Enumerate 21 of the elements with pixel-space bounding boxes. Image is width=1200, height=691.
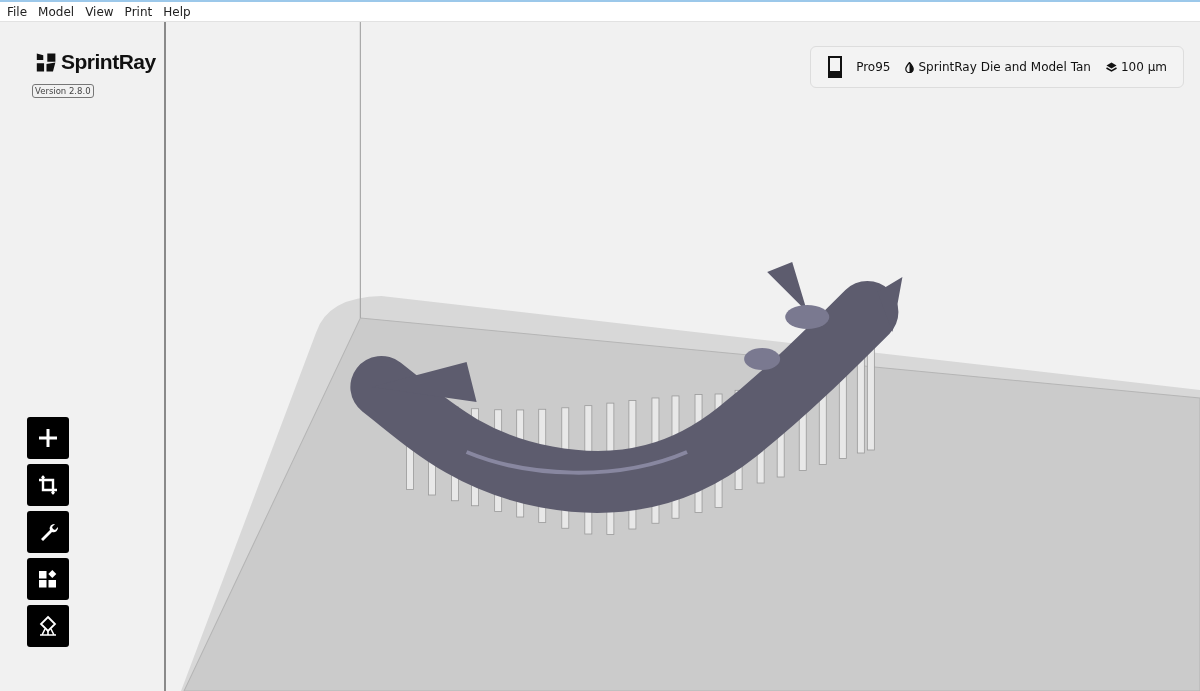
wrench-tool-button[interactable] (27, 511, 69, 553)
add-tool-button[interactable] (27, 417, 69, 459)
setting-label: Pro95 (856, 60, 891, 74)
menu-item[interactable]: View (81, 4, 121, 19)
arrange-tool-button[interactable] (27, 558, 69, 600)
plus-icon (36, 426, 60, 450)
menu-item[interactable]: File (3, 4, 35, 19)
crop-tool-button[interactable] (27, 464, 69, 506)
layers-icon (1105, 61, 1117, 73)
menu-item[interactable]: Model (34, 4, 82, 19)
menu-item[interactable]: Print (120, 4, 160, 19)
crop-icon (36, 473, 60, 497)
printer-icon (828, 56, 843, 78)
menu-item[interactable]: Help (159, 4, 198, 19)
logo-icon (36, 51, 57, 73)
support-tool-button[interactable] (27, 605, 69, 647)
drop-icon (905, 61, 915, 73)
version-label: Version 2.8.0 (32, 84, 94, 98)
setting-label: 100 µm (1120, 60, 1167, 74)
logo-text: SprintRay (61, 50, 156, 74)
setting-label: SprintRay Die and Model Tan (918, 60, 1091, 74)
